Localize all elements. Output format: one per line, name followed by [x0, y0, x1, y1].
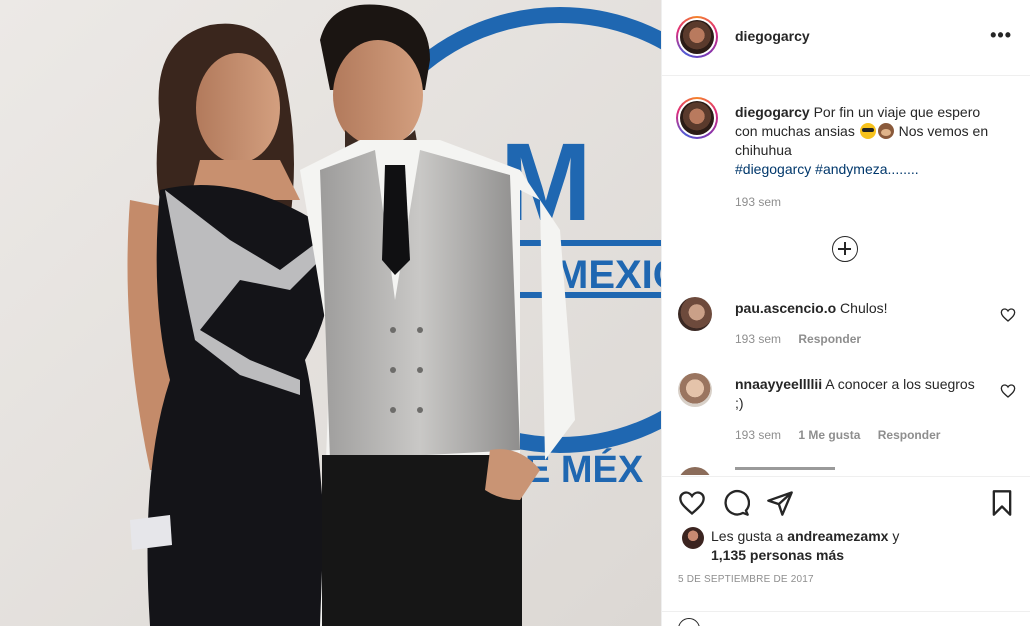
- liker-username[interactable]: andreamezamx: [787, 528, 888, 544]
- caption-author-avatar[interactable]: [676, 97, 718, 139]
- comment-text: nnaayyeellllii A conocer a los suegros ;…: [735, 375, 975, 413]
- backdrop-text-1: MEXIC: [555, 253, 661, 297]
- comment-avatar-partial[interactable]: [678, 467, 712, 475]
- post-actions: Les gusta a andreamezamx y 1,135 persona…: [662, 476, 1030, 626]
- emoji-smile-icon[interactable]: [678, 618, 700, 626]
- caption-time[interactable]: 193 sem: [735, 195, 781, 209]
- like-heart-icon[interactable]: [678, 489, 706, 517]
- comment-time[interactable]: 193 sem: [735, 332, 781, 346]
- comment-likes-count[interactable]: 1 Me gusta: [798, 428, 860, 442]
- reply-button[interactable]: Responder: [878, 428, 941, 442]
- author-avatar[interactable]: [676, 16, 718, 58]
- see-no-evil-monkey-emoji-icon: [877, 123, 894, 139]
- post-header: diegogarcy •••: [662, 0, 1030, 76]
- post-side-panel: diegogarcy ••• diegogarcy Por fin un via…: [661, 0, 1031, 626]
- like-comment-heart-icon[interactable]: [1000, 383, 1016, 399]
- load-more-comments-icon[interactable]: [832, 236, 858, 262]
- comments-scroll-area[interactable]: diegogarcy Por fin un viaje que espero c…: [662, 77, 1030, 475]
- comment-username[interactable]: nnaayyeellllii: [735, 376, 822, 392]
- comment-meta: 193 sem Responder: [735, 332, 875, 346]
- comment-text: pau.ascencio.o Chulos!: [735, 299, 975, 318]
- backdrop-text-2: E MÉX: [525, 447, 644, 491]
- save-bookmark-icon[interactable]: [988, 489, 1016, 517]
- likes-count[interactable]: 1,135 personas más: [711, 547, 844, 563]
- caption-text: diegogarcy Por fin un viaje que espero c…: [735, 103, 1005, 179]
- more-horizontal-icon[interactable]: •••: [990, 26, 1012, 44]
- comment-body: Chulos!: [840, 300, 888, 316]
- comment-avatar[interactable]: [678, 373, 712, 407]
- comment-avatar[interactable]: [678, 297, 712, 331]
- post-date[interactable]: 5 de septiembre de 2017: [678, 574, 814, 585]
- caption-hashtags[interactable]: #diegogarcy #andymeza........: [735, 161, 919, 177]
- reply-button[interactable]: Responder: [798, 332, 861, 346]
- sunglasses-emoji-icon: [859, 123, 876, 139]
- comment-partial-text: [735, 467, 835, 470]
- add-comment-bar: [662, 611, 1030, 626]
- comment-time[interactable]: 193 sem: [735, 428, 781, 442]
- caption-username[interactable]: diegogarcy: [735, 104, 810, 120]
- like-comment-heart-icon[interactable]: [1000, 307, 1016, 323]
- comment-bubble-icon[interactable]: [722, 489, 750, 517]
- post-photo[interactable]: M MEXIC E MÉX: [0, 0, 661, 626]
- comment-meta: 193 sem 1 Me gusta Responder: [735, 428, 954, 442]
- share-send-icon[interactable]: [766, 489, 794, 517]
- likes-prefix: Les gusta a: [711, 528, 784, 544]
- liker-avatar[interactable]: [682, 527, 704, 549]
- author-username[interactable]: diegogarcy: [735, 28, 810, 44]
- likes-conj: y: [892, 528, 900, 544]
- comment-username[interactable]: pau.ascencio.o: [735, 300, 836, 316]
- post-image: M MEXIC E MÉX: [0, 0, 661, 626]
- likes-text: Les gusta a andreamezamx y 1,135 persona…: [711, 527, 971, 565]
